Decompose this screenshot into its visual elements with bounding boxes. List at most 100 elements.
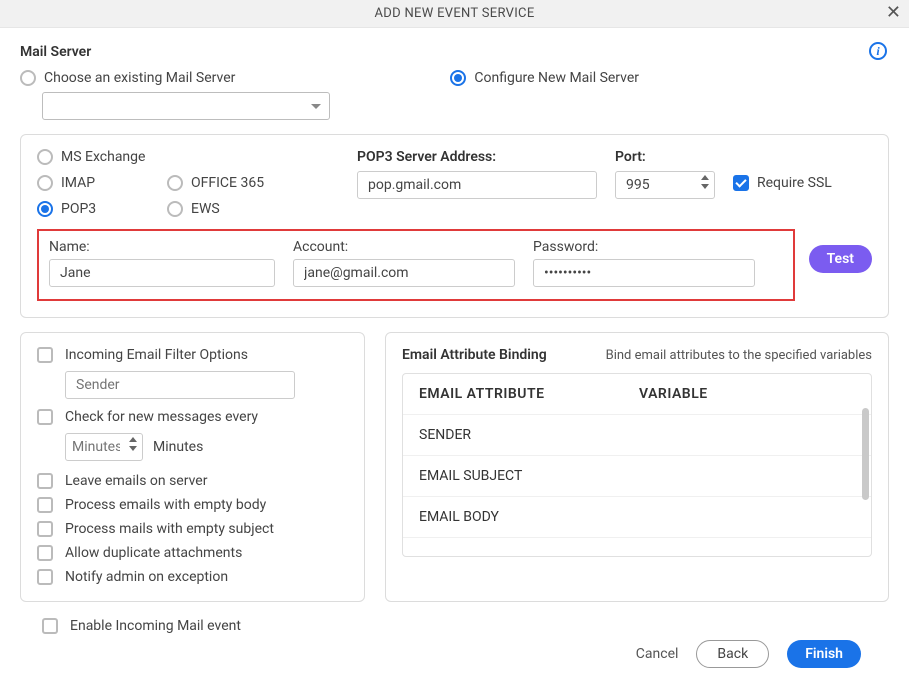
chevron-up-icon[interactable] — [129, 437, 137, 442]
attr-name: SENDER — [419, 427, 639, 443]
account-input[interactable] — [293, 259, 515, 287]
enable-incoming-label: Enable Incoming Mail event — [70, 618, 241, 634]
section-title: Mail Server — [20, 44, 889, 60]
radio-imap[interactable]: IMAP — [37, 175, 107, 191]
minutes-stepper[interactable] — [65, 433, 143, 461]
radio-label: POP3 — [61, 201, 96, 217]
minutes-unit-label: Minutes — [153, 439, 203, 455]
checkbox[interactable] — [37, 545, 53, 561]
table-row[interactable] — [403, 537, 871, 556]
dialog-content: i Mail Server Choose an existing Mail Se… — [0, 28, 909, 678]
mail-server-mode-row: Choose an existing Mail Server Configure… — [20, 70, 889, 86]
radio-configure-new[interactable]: Configure New Mail Server — [450, 70, 639, 86]
require-ssl-checkbox[interactable] — [733, 175, 749, 191]
allow-dup-attach-label: Allow duplicate attachments — [65, 545, 242, 561]
scrollbar-thumb[interactable] — [862, 408, 869, 500]
notify-admin-row[interactable]: Notify admin on exception — [37, 569, 348, 585]
titlebar: ADD NEW EVENT SERVICE ✕ — [0, 0, 909, 28]
chevron-down-icon[interactable] — [701, 184, 709, 189]
radio-pop3[interactable]: POP3 — [37, 201, 107, 217]
cancel-button[interactable]: Cancel — [636, 646, 679, 662]
info-icon[interactable]: i — [869, 42, 887, 60]
checkbox[interactable] — [37, 409, 53, 425]
finish-button[interactable]: Finish — [787, 640, 861, 668]
port-input[interactable] — [615, 171, 715, 199]
attr-variable — [639, 509, 855, 525]
pop3-address-label: POP3 Server Address: — [357, 149, 597, 165]
name-input[interactable] — [49, 259, 275, 287]
incoming-filter-checkbox-row[interactable]: Incoming Email Filter Options — [37, 347, 348, 363]
checkbox[interactable] — [37, 347, 53, 363]
server-config-panel: MS Exchange IMAP OFFICE 365 POP3 — [20, 134, 889, 318]
enable-incoming-row[interactable]: Enable Incoming Mail event — [42, 618, 889, 634]
radio-icon — [37, 149, 53, 165]
radio-label: IMAP — [61, 175, 95, 191]
checkbox[interactable] — [37, 497, 53, 513]
port-label: Port: — [615, 149, 715, 165]
port-stepper[interactable] — [615, 171, 715, 199]
incoming-filter-label: Incoming Email Filter Options — [65, 347, 248, 363]
protocol-row: MS Exchange IMAP OFFICE 365 POP3 — [37, 149, 872, 217]
checkbox[interactable] — [37, 521, 53, 537]
radio-icon — [167, 175, 183, 191]
empty-body-label: Process emails with empty body — [65, 497, 266, 513]
header-variable: VARIABLE — [639, 386, 855, 402]
radio-label: Choose an existing Mail Server — [44, 70, 235, 86]
attr-name: EMAIL BODY — [419, 509, 639, 525]
footer: Cancel Back Finish — [20, 634, 889, 668]
sender-input[interactable] — [65, 371, 295, 399]
credentials-highlight-box: Name: Account: Password: — [37, 229, 795, 301]
table-row[interactable]: EMAIL SUBJECT — [403, 455, 871, 496]
radio-icon — [37, 201, 53, 217]
radio-icon — [37, 175, 53, 191]
attr-variable — [639, 427, 855, 443]
titlebar-title: ADD NEW EVENT SERVICE — [374, 6, 534, 21]
allow-dup-attach-row[interactable]: Allow duplicate attachments — [37, 545, 348, 561]
chevron-up-icon[interactable] — [701, 175, 709, 180]
radio-office365[interactable]: OFFICE 365 — [167, 175, 264, 191]
chevron-down-icon — [311, 104, 321, 109]
radio-ms-exchange[interactable]: MS Exchange — [37, 149, 357, 165]
stepper-arrows[interactable] — [129, 437, 137, 451]
test-button[interactable]: Test — [809, 245, 872, 273]
close-icon[interactable]: ✕ — [886, 4, 901, 22]
radio-icon — [450, 70, 466, 86]
pop3-address-input[interactable] — [357, 171, 597, 199]
radio-label: Configure New Mail Server — [474, 70, 639, 86]
checkbox[interactable] — [37, 473, 53, 489]
empty-subject-row[interactable]: Process mails with empty subject — [37, 521, 348, 537]
binding-title: Email Attribute Binding — [402, 347, 547, 363]
checkbox[interactable] — [37, 569, 53, 585]
radio-label: OFFICE 365 — [191, 175, 264, 191]
radio-icon — [167, 201, 183, 217]
radio-choose-existing[interactable]: Choose an existing Mail Server — [20, 70, 235, 86]
attribute-header-row: EMAIL ATTRIBUTE VARIABLE — [403, 374, 871, 414]
attribute-table: EMAIL ATTRIBUTE VARIABLE SENDER EMAIL SU… — [402, 373, 872, 557]
account-label: Account: — [293, 239, 515, 255]
attr-variable — [639, 468, 855, 484]
radio-label: EWS — [191, 201, 220, 217]
stepper-arrows[interactable] — [701, 175, 709, 189]
radio-icon — [20, 70, 36, 86]
leave-on-server-row[interactable]: Leave emails on server — [37, 473, 348, 489]
name-label: Name: — [49, 239, 275, 255]
back-button[interactable]: Back — [696, 640, 769, 668]
require-ssl-label: Require SSL — [757, 175, 832, 191]
empty-body-row[interactable]: Process emails with empty body — [37, 497, 348, 513]
incoming-filter-panel: Incoming Email Filter Options Check for … — [20, 332, 365, 602]
empty-subject-label: Process mails with empty subject — [65, 521, 274, 537]
radio-ews[interactable]: EWS — [167, 201, 220, 217]
table-row[interactable]: EMAIL BODY — [403, 496, 871, 537]
checkbox[interactable] — [42, 618, 58, 634]
table-row[interactable]: SENDER — [403, 414, 871, 455]
password-label: Password: — [533, 239, 755, 255]
attr-name: EMAIL SUBJECT — [419, 468, 639, 484]
header-attribute: EMAIL ATTRIBUTE — [419, 386, 639, 402]
chevron-down-icon[interactable] — [129, 446, 137, 451]
notify-admin-label: Notify admin on exception — [65, 569, 228, 585]
existing-server-dropdown[interactable] — [42, 92, 330, 120]
radio-label: MS Exchange — [61, 149, 145, 165]
check-every-checkbox-row[interactable]: Check for new messages every — [37, 409, 348, 425]
password-input[interactable] — [533, 259, 755, 287]
binding-subtitle: Bind email attributes to the specified v… — [606, 348, 872, 363]
